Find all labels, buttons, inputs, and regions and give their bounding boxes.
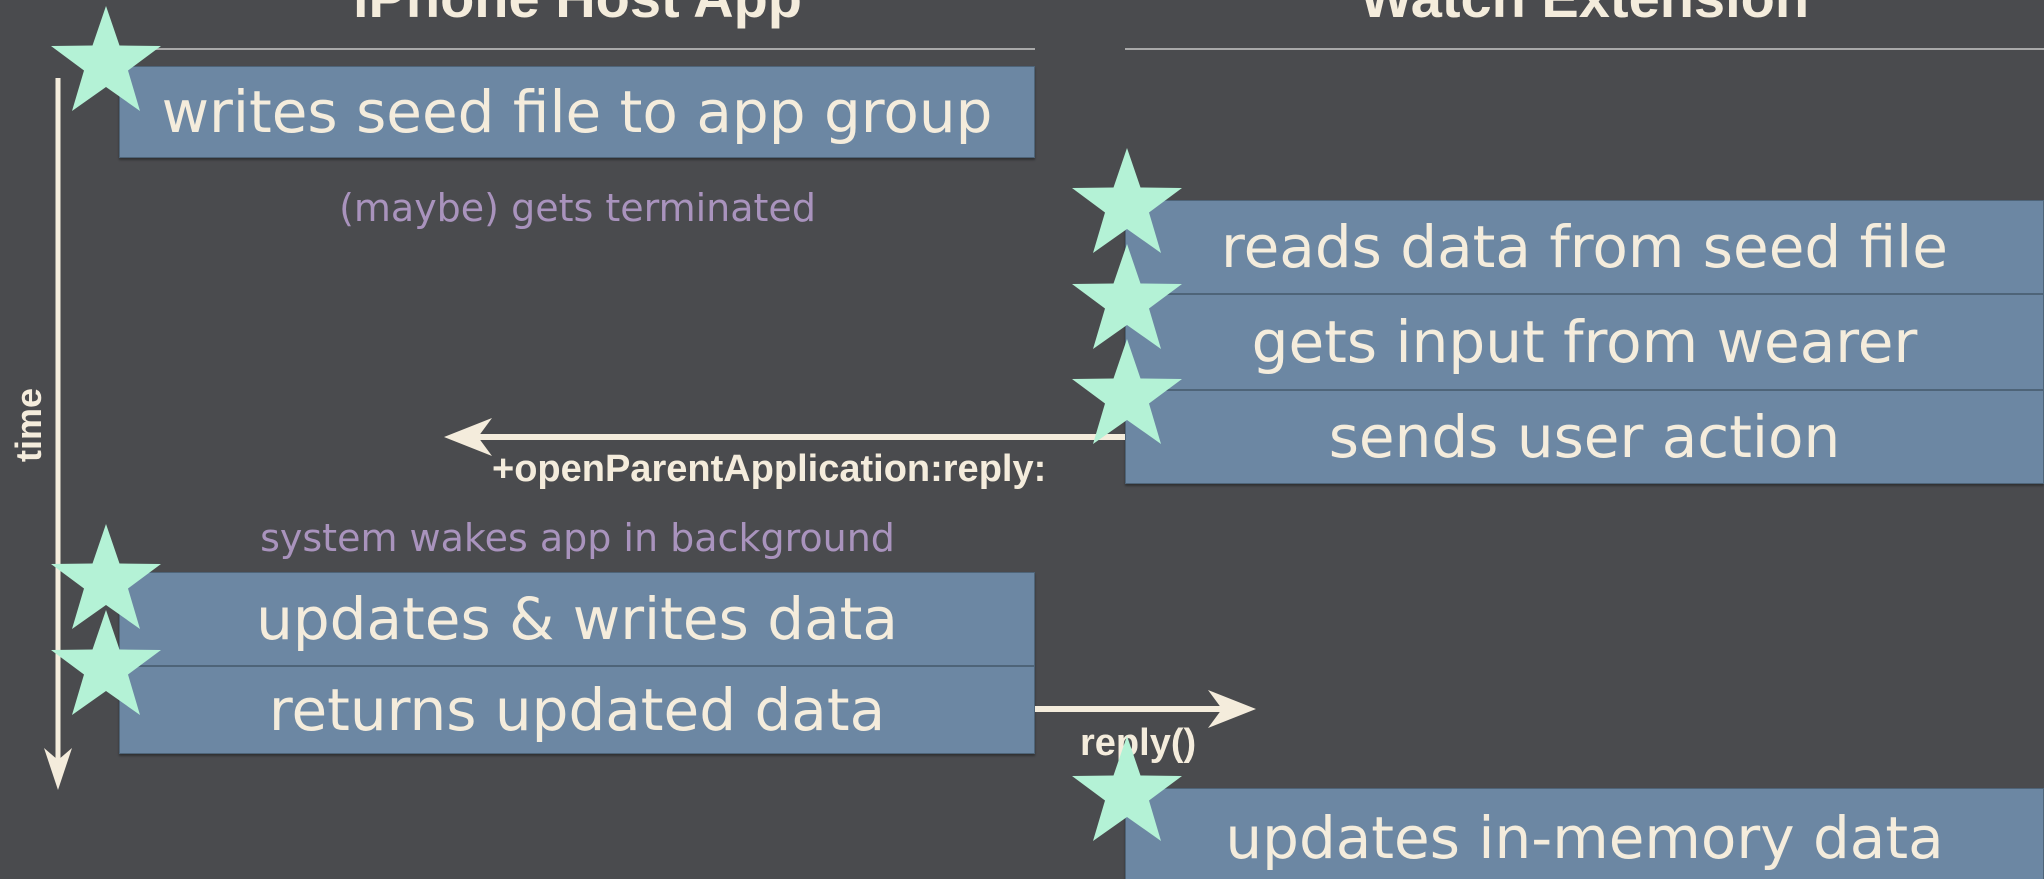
star-icon (51, 6, 161, 111)
star-icon (1072, 736, 1182, 841)
star-icon (1072, 148, 1182, 253)
star-markers (51, 6, 1182, 841)
star-icon (1072, 339, 1182, 444)
star-icon (1072, 244, 1182, 349)
star-icon (51, 610, 161, 715)
sequence-diagram: iPhone Host App Watch Extension time wri… (0, 0, 2044, 879)
